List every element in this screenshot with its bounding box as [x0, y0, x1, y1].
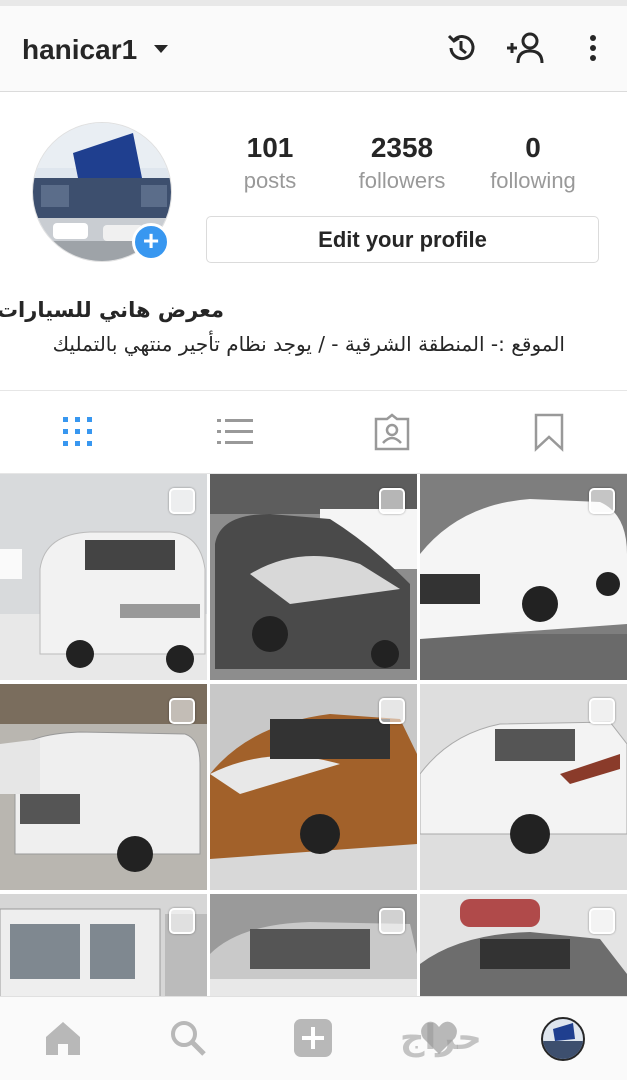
bottom-nav — [0, 996, 627, 1080]
select-checkbox[interactable] — [169, 908, 195, 934]
select-checkbox[interactable] — [169, 488, 195, 514]
following-count[interactable]: 0 following — [463, 130, 603, 196]
history-icon[interactable] — [443, 30, 479, 66]
post-thumbnail[interactable] — [420, 684, 627, 890]
list-icon[interactable] — [214, 411, 256, 453]
edit-profile-button[interactable]: Edit your profile — [206, 216, 599, 263]
saved-icon[interactable] — [528, 411, 570, 453]
posts-label: posts — [243, 168, 297, 193]
post-thumbnail[interactable] — [210, 894, 417, 998]
post-thumbnail[interactable] — [0, 684, 207, 890]
post-thumbnail[interactable] — [420, 894, 627, 998]
followers-label: followers — [358, 168, 446, 193]
select-checkbox[interactable] — [379, 908, 405, 934]
posts-value: 101 — [246, 132, 294, 163]
showroom-mini-photo — [543, 1019, 583, 1059]
followers-value: 2358 — [370, 132, 434, 163]
top-bar: hanicar1 — [0, 0, 627, 92]
profile-tabs — [0, 390, 627, 474]
select-checkbox[interactable] — [589, 698, 615, 724]
posts-grid — [0, 474, 627, 998]
more-vertical-icon[interactable] — [578, 30, 608, 66]
post-thumbnail[interactable] — [420, 474, 627, 680]
post-thumbnail[interactable] — [0, 474, 207, 680]
following-label: following — [490, 168, 576, 193]
post-thumbnail[interactable] — [0, 894, 207, 998]
tagged-icon[interactable] — [371, 411, 413, 453]
status-strip — [0, 0, 627, 6]
posts-count[interactable]: 101 posts — [200, 130, 340, 196]
post-thumbnail[interactable] — [210, 474, 417, 680]
select-checkbox[interactable] — [589, 908, 615, 934]
grid-icon[interactable] — [57, 411, 99, 453]
bio-text: الموقع :- المنطقة الشرقية - / يوجد نظام … — [52, 332, 565, 356]
account-username[interactable]: hanicar1 — [22, 34, 137, 66]
following-value: 0 — [525, 132, 541, 163]
select-checkbox[interactable] — [169, 698, 195, 724]
bio-name: معرض هاني للسيارات — [0, 298, 224, 322]
select-checkbox[interactable] — [379, 488, 405, 514]
add-story-button[interactable]: + — [132, 223, 170, 261]
followers-count[interactable]: 2358 followers — [332, 130, 472, 196]
search-icon[interactable] — [167, 1017, 209, 1059]
watermark: حراج — [400, 1018, 482, 1058]
add-post-icon[interactable] — [292, 1017, 334, 1059]
select-checkbox[interactable] — [589, 488, 615, 514]
post-thumbnail[interactable] — [210, 684, 417, 890]
chevron-down-icon[interactable] — [154, 45, 168, 53]
profile-avatar[interactable]: + — [32, 122, 172, 262]
home-icon[interactable] — [42, 1017, 84, 1059]
profile-avatar-icon[interactable] — [541, 1017, 585, 1061]
select-checkbox[interactable] — [379, 698, 405, 724]
add-person-icon[interactable] — [505, 30, 545, 66]
